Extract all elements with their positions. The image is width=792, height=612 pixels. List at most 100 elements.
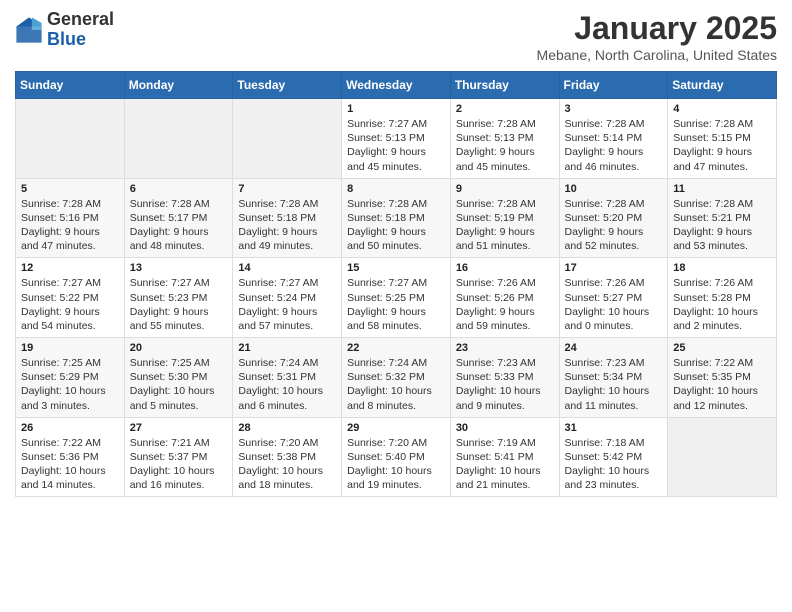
day-info: Sunrise: 7:28 AM Sunset: 5:19 PM Dayligh… [456,197,554,254]
weekday-header-row: SundayMondayTuesdayWednesdayThursdayFrid… [16,72,777,99]
day-number: 19 [21,342,119,354]
day-info: Sunrise: 7:28 AM Sunset: 5:18 PM Dayligh… [238,197,336,254]
day-number: 24 [565,342,663,354]
calendar-cell: 26 Sunrise: 7:22 AM Sunset: 5:36 PM Dayli… [16,417,125,497]
logo-general-text: General [47,9,114,29]
calendar-week-row: 5 Sunrise: 7:28 AM Sunset: 5:16 PM Daylig… [16,178,777,258]
day-number: 2 [456,103,554,115]
page-container: General Blue January 2025 Mebane, North … [0,0,792,507]
calendar-cell: 12 Sunrise: 7:27 AM Sunset: 5:22 PM Dayli… [16,258,125,338]
weekday-header: Sunday [16,72,125,99]
day-info: Sunrise: 7:28 AM Sunset: 5:16 PM Dayligh… [21,197,119,254]
calendar-week-row: 1 Sunrise: 7:27 AM Sunset: 5:13 PM Daylig… [16,99,777,179]
calendar-cell: 21 Sunrise: 7:24 AM Sunset: 5:31 PM Dayli… [233,338,342,418]
calendar-cell: 13Sunrise: 7:27 AM Sunset: 5:23 PM Dayli… [124,258,233,338]
day-number: 14 [238,262,336,274]
day-number: 8 [347,183,445,195]
day-info: Sunrise: 7:28 AM Sunset: 5:13 PM Dayligh… [456,117,554,174]
day-number: 17 [565,262,663,274]
calendar-cell: 25 Sunrise: 7:22 AM Sunset: 5:35 PM Dayli… [668,338,777,418]
day-info: Sunrise: 7:19 AM Sunset: 5:41 PM Dayligh… [456,436,554,493]
day-info: Sunrise: 7:28 AM Sunset: 5:20 PM Dayligh… [565,197,663,254]
calendar-cell: 5 Sunrise: 7:28 AM Sunset: 5:16 PM Daylig… [16,178,125,258]
logo-icon [15,16,43,44]
page-header: General Blue January 2025 Mebane, North … [15,10,777,63]
day-info: Sunrise: 7:26 AM Sunset: 5:27 PM Dayligh… [565,276,663,333]
day-info: Sunrise: 7:26 AM Sunset: 5:26 PM Dayligh… [456,276,554,333]
calendar-cell: 7 Sunrise: 7:28 AM Sunset: 5:18 PM Daylig… [233,178,342,258]
day-number: 27 [130,422,228,434]
calendar-cell: 8 Sunrise: 7:28 AM Sunset: 5:18 PM Daylig… [342,178,451,258]
day-number: 25 [673,342,771,354]
day-info: Sunrise: 7:23 AM Sunset: 5:34 PM Dayligh… [565,356,663,413]
day-info: Sunrise: 7:28 AM Sunset: 5:18 PM Dayligh… [347,197,445,254]
day-info: Sunrise: 7:28 AM Sunset: 5:15 PM Dayligh… [673,117,771,174]
weekday-header: Thursday [450,72,559,99]
calendar-cell: 14 Sunrise: 7:27 AM Sunset: 5:24 PM Dayli… [233,258,342,338]
calendar-cell: 6 Sunrise: 7:28 AM Sunset: 5:17 PM Daylig… [124,178,233,258]
day-info: Sunrise: 7:22 AM Sunset: 5:36 PM Dayligh… [21,436,119,493]
calendar-cell [233,99,342,179]
day-number: 12 [21,262,119,274]
calendar-cell: 9 Sunrise: 7:28 AM Sunset: 5:19 PM Daylig… [450,178,559,258]
calendar-cell: 28 Sunrise: 7:20 AM Sunset: 5:38 PM Dayli… [233,417,342,497]
calendar-cell: 4Sunrise: 7:28 AM Sunset: 5:15 PM Daylig… [668,99,777,179]
day-info: Sunrise: 7:22 AM Sunset: 5:35 PM Dayligh… [673,356,771,413]
day-info: Sunrise: 7:20 AM Sunset: 5:38 PM Dayligh… [238,436,336,493]
calendar-cell: 20 Sunrise: 7:25 AM Sunset: 5:30 PM Dayli… [124,338,233,418]
day-number: 28 [238,422,336,434]
day-number: 7 [238,183,336,195]
calendar-cell: 18Sunrise: 7:26 AM Sunset: 5:28 PM Dayli… [668,258,777,338]
calendar-week-row: 12 Sunrise: 7:27 AM Sunset: 5:22 PM Dayli… [16,258,777,338]
calendar-cell: 31 Sunrise: 7:18 AM Sunset: 5:42 PM Dayli… [559,417,668,497]
day-info: Sunrise: 7:27 AM Sunset: 5:22 PM Dayligh… [21,276,119,333]
weekday-header: Saturday [668,72,777,99]
calendar-cell [16,99,125,179]
day-info: Sunrise: 7:27 AM Sunset: 5:24 PM Dayligh… [238,276,336,333]
weekday-header: Friday [559,72,668,99]
day-number: 6 [130,183,228,195]
calendar-cell [124,99,233,179]
day-info: Sunrise: 7:25 AM Sunset: 5:29 PM Dayligh… [21,356,119,413]
day-number: 5 [21,183,119,195]
weekday-header: Monday [124,72,233,99]
day-number: 26 [21,422,119,434]
calendar-table: SundayMondayTuesdayWednesdayThursdayFrid… [15,71,777,497]
day-number: 9 [456,183,554,195]
calendar-cell: 19 Sunrise: 7:25 AM Sunset: 5:29 PM Dayli… [16,338,125,418]
calendar-week-row: 19 Sunrise: 7:25 AM Sunset: 5:29 PM Dayli… [16,338,777,418]
calendar-cell: 2 Sunrise: 7:28 AM Sunset: 5:13 PM Daylig… [450,99,559,179]
title-block: January 2025 Mebane, North Carolina, Uni… [537,10,777,63]
calendar-cell: 29Sunrise: 7:20 AM Sunset: 5:40 PM Dayli… [342,417,451,497]
day-info: Sunrise: 7:27 AM Sunset: 5:23 PM Dayligh… [130,276,228,333]
calendar-cell: 30Sunrise: 7:19 AM Sunset: 5:41 PM Dayli… [450,417,559,497]
calendar-cell: 16 Sunrise: 7:26 AM Sunset: 5:26 PM Dayli… [450,258,559,338]
day-number: 20 [130,342,228,354]
day-number: 18 [673,262,771,274]
day-info: Sunrise: 7:18 AM Sunset: 5:42 PM Dayligh… [565,436,663,493]
day-info: Sunrise: 7:28 AM Sunset: 5:21 PM Dayligh… [673,197,771,254]
day-info: Sunrise: 7:28 AM Sunset: 5:14 PM Dayligh… [565,117,663,174]
day-info: Sunrise: 7:21 AM Sunset: 5:37 PM Dayligh… [130,436,228,493]
calendar-week-row: 26 Sunrise: 7:22 AM Sunset: 5:36 PM Dayli… [16,417,777,497]
day-info: Sunrise: 7:24 AM Sunset: 5:31 PM Dayligh… [238,356,336,413]
calendar-cell: 17 Sunrise: 7:26 AM Sunset: 5:27 PM Dayli… [559,258,668,338]
day-info: Sunrise: 7:20 AM Sunset: 5:40 PM Dayligh… [347,436,445,493]
day-info: Sunrise: 7:27 AM Sunset: 5:13 PM Dayligh… [347,117,445,174]
weekday-header: Tuesday [233,72,342,99]
day-info: Sunrise: 7:23 AM Sunset: 5:33 PM Dayligh… [456,356,554,413]
calendar-cell: 22Sunrise: 7:24 AM Sunset: 5:32 PM Dayli… [342,338,451,418]
day-info: Sunrise: 7:28 AM Sunset: 5:17 PM Dayligh… [130,197,228,254]
day-number: 21 [238,342,336,354]
day-number: 1 [347,103,445,115]
day-number: 22 [347,342,445,354]
weekday-header: Wednesday [342,72,451,99]
location: Mebane, North Carolina, United States [537,47,777,63]
day-number: 16 [456,262,554,274]
calendar-cell: 27 Sunrise: 7:21 AM Sunset: 5:37 PM Dayli… [124,417,233,497]
day-number: 31 [565,422,663,434]
day-info: Sunrise: 7:25 AM Sunset: 5:30 PM Dayligh… [130,356,228,413]
calendar-cell: 1 Sunrise: 7:27 AM Sunset: 5:13 PM Daylig… [342,99,451,179]
day-info: Sunrise: 7:27 AM Sunset: 5:25 PM Dayligh… [347,276,445,333]
calendar-cell: 15Sunrise: 7:27 AM Sunset: 5:25 PM Dayli… [342,258,451,338]
